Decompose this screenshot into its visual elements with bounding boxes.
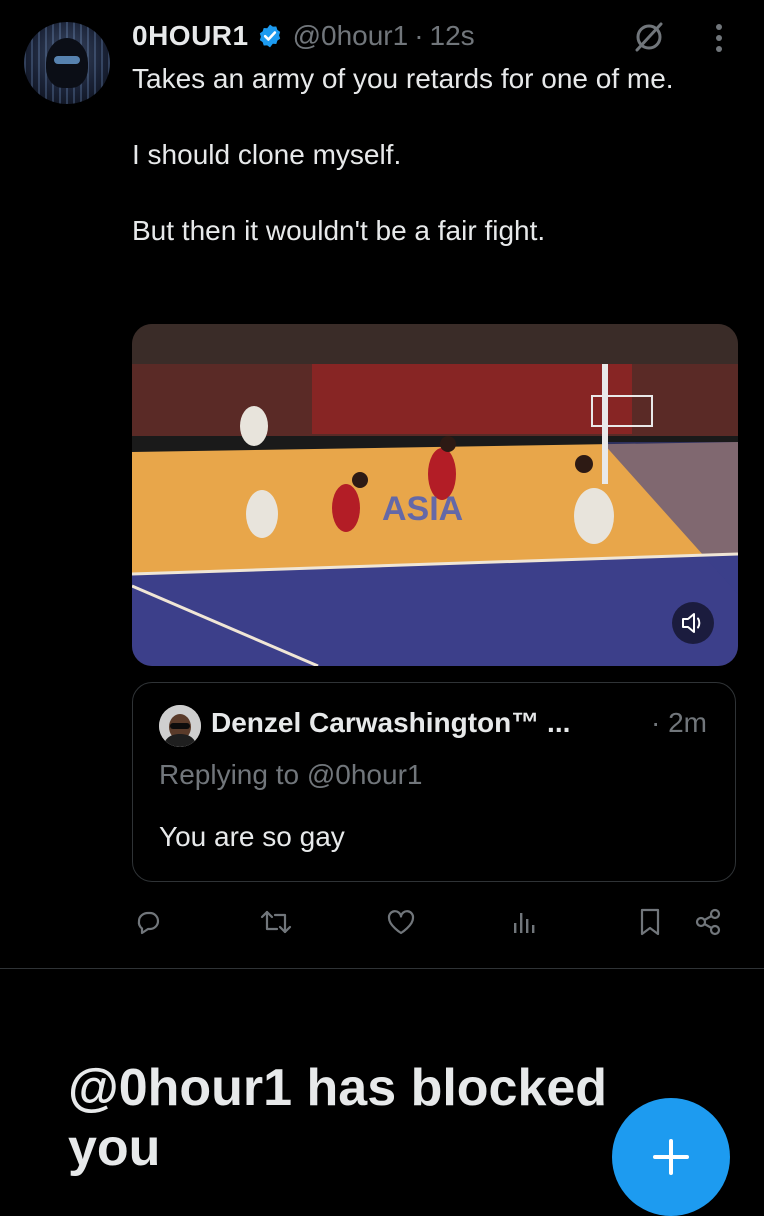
tweet-timestamp[interactable]: 12s [430,20,475,52]
share-icon [695,908,721,936]
retweet-icon [260,910,292,934]
bookmark-icon [640,908,660,936]
author-name[interactable]: 0HOUR1 [132,20,249,52]
reply-icon [137,911,160,935]
blocked-message: @0hour1 has blocked you [68,1059,608,1177]
tweet-text: Takes an army of you retards for one of … [132,60,732,250]
plus-icon [653,1139,689,1175]
speaker-icon [682,613,701,633]
bookmark-button[interactable] [632,904,668,940]
tweet-text-line: Takes an army of you retards for one of … [132,63,674,94]
quoted-tweet-text: You are so gay [159,821,345,852]
like-icon [387,910,415,935]
grok-icon[interactable] [632,20,666,54]
replying-to-label: Replying to @0hour1 [159,759,423,790]
tweet-video[interactable]: ASIA [132,324,738,666]
quoted-avatar-image [159,705,201,747]
reply-button[interactable] [130,904,166,940]
quoted-author-avatar[interactable] [159,705,201,747]
views-button[interactable] [506,904,542,940]
author-handle[interactable]: @0hour1 [293,20,409,52]
court-logo-text: ASIA [382,490,463,528]
volume-button[interactable] [672,602,714,644]
tweet-text-line: But then it wouldn't be a fair fight. [132,215,546,246]
views-icon [514,913,535,933]
section-divider [0,968,764,969]
quoted-tweet-time[interactable]: · 2m [651,707,707,739]
header-separator: · [414,20,424,51]
author-avatar[interactable] [24,22,110,104]
quoted-tweet[interactable]: Denzel Carwashington™ ... · 2m Replying … [132,682,736,882]
compose-button[interactable] [612,1098,730,1216]
quoted-author-name[interactable]: Denzel Carwashington™ ... [211,707,570,739]
video-frame: ASIA [132,324,738,666]
like-button[interactable] [383,904,419,940]
tweet-header: 0HOUR1 @0hour1 · 12s [132,18,475,54]
more-options-icon[interactable] [712,22,726,54]
retweet-button[interactable] [258,904,294,940]
verified-badge-icon [259,24,280,48]
share-button[interactable] [690,904,726,940]
tweet-text-line: I should clone myself. [132,139,402,170]
